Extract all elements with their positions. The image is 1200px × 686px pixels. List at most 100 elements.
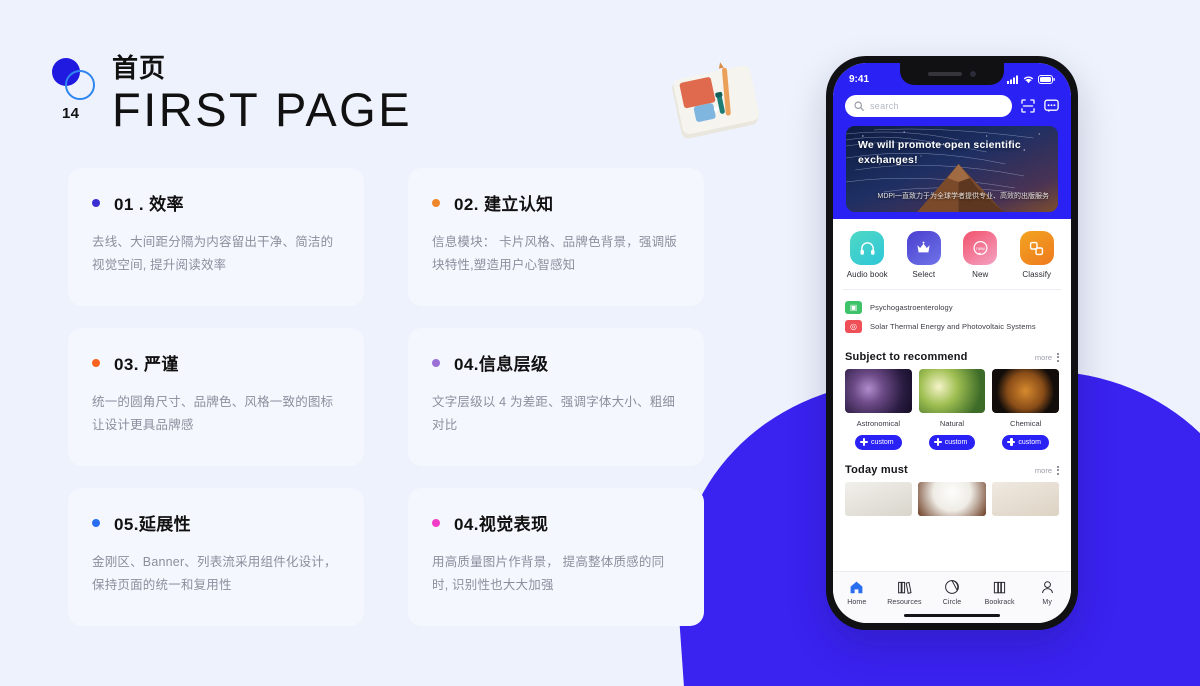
status-time: 9:41 (849, 73, 870, 85)
kebab-menu-icon[interactable] (1057, 352, 1059, 362)
bullet-icon (432, 198, 440, 207)
custom-button[interactable]: custom (928, 434, 976, 450)
feature-card[interactable]: 04.信息层级 文字层级以 4 为差距、强调字体大小、粗细对比 (408, 328, 704, 466)
quick-action-select[interactable]: Select (899, 231, 949, 279)
subject-tile[interactable]: Astronomical custom (845, 369, 912, 451)
feature-card[interactable]: 04.视觉表现 用高质量图片作背景， 提高整体质感的同时, 识别性也大大加强 (408, 488, 704, 626)
circle-icon (928, 578, 976, 596)
page-title-en: FIRST PAGE (112, 82, 413, 136)
app-top-area: 9:41 search We will promote open scienti… (833, 63, 1071, 219)
section-header-today: Today must more (833, 457, 1071, 482)
wifi-icon (1023, 76, 1034, 83)
list-item[interactable]: ▣ Psychogastroenterology (845, 298, 1059, 317)
tab-circle[interactable]: Circle (928, 578, 976, 606)
quick-action-new[interactable]: new New (955, 231, 1005, 279)
feature-card[interactable]: 01 . 效率 去线、大间距分隔为内容留出干净、简洁的视觉空间, 提升阅读效率 (68, 168, 364, 306)
hero-subtitle: MDPI一直致力于为全球学者提供专业、高效的出版服务 (877, 192, 1050, 200)
today-item[interactable] (991, 482, 1059, 516)
feature-card[interactable]: 03. 严谨 统一的圆角尺寸、品牌色、风格一致的图标让设计更具品牌感 (68, 328, 364, 466)
search-row: search (843, 95, 1061, 117)
list-item[interactable]: ◎ Solar Thermal Energy and Photovoltaic … (845, 317, 1059, 336)
feature-card[interactable]: 05.延展性 金刚区、Banner、列表流采用组件化设计，保持页面的统一和复用性 (68, 488, 364, 626)
section-header-subject: Subject to recommend more (833, 344, 1071, 369)
svg-text:new: new (976, 246, 985, 251)
crown-icon (906, 231, 941, 265)
phone-screen: 9:41 search We will promote open scienti… (833, 63, 1071, 623)
hero-banner[interactable]: We will promote open scientific exchange… (846, 126, 1058, 212)
card-title: 01 . 效率 (114, 195, 184, 214)
list-item-label: Psychogastroenterology (870, 303, 953, 312)
card-body: 信息模块： 卡片风格、品牌色背景，强调版块特性,塑造用户心智感知 (432, 235, 677, 273)
bullet-icon (92, 198, 100, 207)
tab-label: Circle (942, 599, 962, 606)
bullet-icon (92, 358, 100, 367)
tile-label: Chemical (1010, 419, 1042, 428)
tab-label: Home (847, 599, 867, 606)
section-title: Today must (845, 464, 908, 476)
hero-title: We will promote open scientific exchange… (858, 139, 1021, 167)
books-icon (881, 578, 929, 596)
search-icon (854, 101, 864, 111)
speaker-icon (928, 72, 962, 76)
plus-icon (860, 438, 869, 446)
tab-bookrack[interactable]: Bookrack (976, 578, 1024, 606)
today-item[interactable] (918, 482, 986, 516)
feature-card-grid: 01 . 效率 去线、大间距分隔为内容留出干净、简洁的视觉空间, 提升阅读效率 … (68, 168, 704, 626)
person-icon (1023, 578, 1071, 596)
phone-mockup: 9:41 search We will promote open scienti… (826, 56, 1078, 630)
section-more-button[interactable]: more (1034, 465, 1059, 475)
bookrack-icon (976, 578, 1024, 596)
quick-action-classify[interactable]: Classify (1012, 231, 1062, 279)
home-indicator (904, 613, 1000, 617)
journal-green-icon: ▣ (845, 301, 862, 314)
custom-button[interactable]: custom (1002, 434, 1049, 450)
message-icon[interactable] (1044, 99, 1059, 113)
search-input[interactable]: search (845, 95, 1012, 117)
plus-icon (933, 438, 942, 446)
journal-list: ▣ Psychogastroenterology ◎ Solar Thermal… (833, 294, 1071, 344)
tab-home[interactable]: Home (833, 578, 881, 606)
bullet-icon (92, 518, 100, 527)
feature-card[interactable]: 02. 建立认知 信息模块： 卡片风格、品牌色背景，强调版块特性,塑造用户心智感… (408, 168, 704, 306)
cellular-signal-icon (1007, 75, 1018, 84)
today-item[interactable] (845, 482, 913, 516)
more-label: more (1034, 465, 1052, 475)
card-body: 文字层级以 4 为差距、强调字体大小、粗细对比 (432, 395, 676, 433)
app-body: Audio book Select new New Classify ▣ Psy… (833, 219, 1071, 516)
more-label: more (1034, 352, 1052, 362)
section-more-button[interactable]: more (1034, 352, 1059, 362)
headphones-icon (850, 231, 885, 265)
chemical-sample-photo (992, 369, 1060, 413)
quick-action-label: Audio book (846, 270, 888, 279)
daisy-flowers-photo (918, 369, 986, 413)
scan-icon[interactable] (1021, 99, 1035, 113)
tab-my[interactable]: My (1023, 578, 1071, 606)
quick-action-audio-book[interactable]: Audio book (842, 231, 892, 279)
card-title: 04.信息层级 (454, 355, 549, 374)
section-title: Subject to recommend (845, 351, 968, 363)
list-item-label: Solar Thermal Energy and Photovoltaic Sy… (870, 322, 1036, 331)
custom-button[interactable]: custom (855, 434, 902, 450)
card-body: 统一的圆角尺寸、品牌色、风格一致的图标让设计更具品牌感 (92, 395, 334, 433)
subject-tiles: Astronomical custom Natural custom Chemi… (833, 369, 1071, 451)
home-icon (833, 578, 881, 596)
subject-tile[interactable]: Chemical custom (992, 369, 1060, 451)
card-title: 04.视觉表现 (454, 515, 549, 534)
quick-action-label: Classify (1022, 270, 1052, 279)
card-title: 05.延展性 (114, 515, 192, 534)
search-placeholder: search (870, 101, 899, 111)
notebook-stationery-icon (668, 62, 764, 144)
card-body: 用高质量图片作背景， 提高整体质感的同时, 识别性也大大加强 (432, 555, 665, 593)
quick-action-label: Select (912, 270, 936, 279)
bullet-icon (432, 518, 440, 527)
page-title-cn: 首页 (112, 53, 167, 83)
tab-label: Resources (887, 599, 922, 606)
galaxy-photo (845, 369, 912, 413)
kebab-menu-icon[interactable] (1057, 465, 1059, 475)
phone-notch (900, 63, 1004, 85)
subject-tile[interactable]: Natural custom (918, 369, 986, 451)
journal-red-icon: ◎ (845, 320, 862, 333)
bottom-tab-bar: Home Resources Circle Bookrack My (833, 571, 1071, 623)
bullet-icon (432, 358, 440, 367)
tab-resources[interactable]: Resources (881, 578, 929, 606)
